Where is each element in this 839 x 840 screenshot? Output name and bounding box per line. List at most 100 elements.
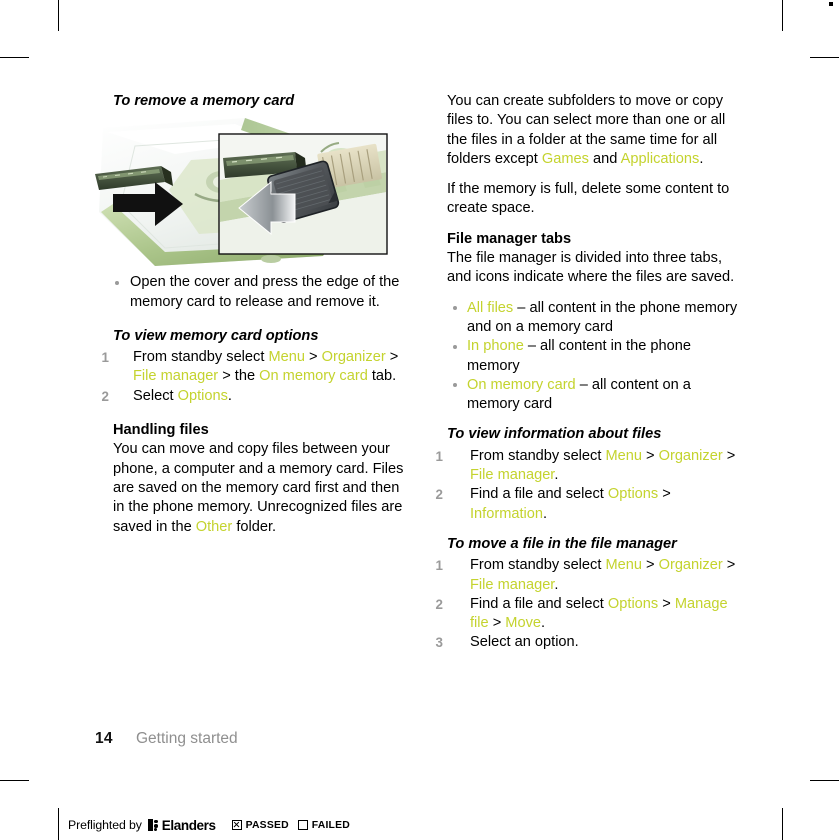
list-item: On memory card – all content on a memory… <box>447 376 743 415</box>
body-text: > <box>488 615 506 632</box>
body-text: Find a file and select <box>470 595 608 612</box>
steps-move-file: 1 From standby select Menu > Organizer > … <box>436 556 743 652</box>
step-text: Find a file and select Options > Informa… <box>470 486 671 521</box>
accent-term: Games <box>541 150 589 167</box>
accent-term: Menu <box>268 349 305 366</box>
subfolders-paragraph: You can create subfolders to move or cop… <box>447 92 743 169</box>
accent-term: On memory card <box>259 368 368 385</box>
bullet-dot-icon <box>115 280 119 285</box>
body-text: . <box>554 467 559 484</box>
accent-term: Move <box>505 615 541 632</box>
step-text: From standby select Menu > Organizer > F… <box>470 557 735 592</box>
body-text: > <box>722 447 736 464</box>
steps-view-memory-card-options: 1 From standby select Menu > Organizer > … <box>102 348 409 406</box>
bullet-dot-icon <box>453 306 457 311</box>
step-text: Select an option. <box>470 634 579 650</box>
bullet-text: In phone – all content in the phone memo… <box>467 338 691 373</box>
accent-term: Options <box>177 387 228 404</box>
body-text: > <box>722 557 736 574</box>
bullet-text: All files – all content in the phone mem… <box>467 300 737 335</box>
accent-term: Applications <box>620 150 700 167</box>
body-text: > the <box>218 368 260 385</box>
steps-view-file-information: 1 From standby select Menu > Organizer > … <box>436 447 743 524</box>
preflight-status-options: PASSED FAILED <box>231 819 350 831</box>
body-text: > <box>658 595 675 612</box>
bullet-text: On memory card – all content on a memory… <box>467 377 691 412</box>
list-item: 2 Find a file and select Options > Inform… <box>436 485 743 524</box>
accent-term: Options <box>607 595 659 612</box>
step-text: From standby select Menu > Organizer > F… <box>133 349 398 384</box>
passed-label: PASSED <box>245 819 289 831</box>
checkbox-checked-icon[interactable] <box>231 820 242 830</box>
accent-term: In phone <box>467 338 524 355</box>
bullet-dot-icon <box>453 344 457 349</box>
list-item: 2 Select Options. <box>102 387 409 406</box>
accent-term: Menu <box>605 557 642 574</box>
remove-card-bullet-list: Open the cover and press the edge of the… <box>113 273 409 312</box>
page-footer: 14 Getting started <box>95 730 735 752</box>
step-text: Select Options. <box>133 388 232 404</box>
body-text: > <box>641 447 659 464</box>
body-text: > <box>385 349 399 366</box>
accent-term: Organizer <box>658 557 723 574</box>
accent-term: File manager <box>470 467 555 484</box>
list-item: 1 From standby select Menu > Organizer > … <box>102 348 409 387</box>
body-text: If the memory is full, delete some conte… <box>447 181 730 217</box>
section-heading-file-manager-tabs: File manager tabs <box>447 230 572 247</box>
accent-term: On memory card <box>467 376 576 393</box>
elanders-logo: Elanders <box>147 818 216 833</box>
accent-term: All files <box>467 299 514 316</box>
preflight-bar: Preflighted by Elanders PASSED FAILED <box>60 812 350 838</box>
body-text: From standby select <box>133 349 269 366</box>
list-item: 1 From standby select Menu > Organizer > … <box>436 556 743 595</box>
body-text: . <box>540 615 546 632</box>
list-item: All files – all content in the phone mem… <box>447 299 743 338</box>
task-heading-view-memory-card-options: To view memory card options <box>113 327 319 344</box>
accent-term: Organizer <box>321 349 386 366</box>
right-column: You can create subfolders to move or cop… <box>436 92 743 653</box>
preflight-label: Preflighted by <box>68 818 142 832</box>
preflight-failed-option[interactable]: FAILED <box>297 819 350 831</box>
checkbox-unchecked-icon[interactable] <box>297 820 308 830</box>
task-heading-view-file-information: To view information about files <box>447 426 662 443</box>
body-text: . <box>554 576 559 593</box>
task-heading-move-file: To move a file in the file manager <box>447 535 677 552</box>
list-number: 3 <box>435 635 443 651</box>
body-text: Select an option. <box>470 634 579 651</box>
body-text: > <box>658 486 671 503</box>
memory-full-paragraph: If the memory is full, delete some conte… <box>447 180 743 219</box>
list-number: 1 <box>435 558 443 574</box>
handling-files-paragraph: You can move and copy files between your… <box>113 440 409 536</box>
body-text: . <box>699 150 704 167</box>
body-text: > <box>641 557 659 574</box>
list-number: 2 <box>101 388 109 404</box>
file-manager-tabs-list: All files – all content in the phone mem… <box>447 299 743 415</box>
body-text: Select <box>133 387 178 404</box>
accent-term: Other <box>195 518 233 535</box>
accent-term: File manager <box>133 368 219 385</box>
manual-page: To remove a memory card Open the cover a… <box>0 0 839 840</box>
accent-term: Organizer <box>658 447 723 464</box>
chapter-name: Getting started <box>136 730 238 747</box>
body-text: > <box>304 349 322 366</box>
accent-term: File manager <box>470 576 555 593</box>
list-item: 2 Find a file and select Options > Manage… <box>436 595 743 634</box>
body-text: From standby select <box>470 447 606 464</box>
body-text: tab. <box>367 368 397 385</box>
list-number: 2 <box>435 487 443 503</box>
section-heading-remove-memory-card: To remove a memory card <box>113 93 295 109</box>
failed-label: FAILED <box>311 819 350 831</box>
preflight-passed-option[interactable]: PASSED <box>231 819 289 831</box>
list-number: 1 <box>101 350 109 366</box>
list-item: In phone – all content in the phone memo… <box>447 337 743 376</box>
elanders-mark-icon <box>147 819 159 831</box>
list-number: 2 <box>435 596 443 612</box>
list-item: Open the cover and press the edge of the… <box>113 273 409 312</box>
body-text: folder. <box>232 518 277 535</box>
